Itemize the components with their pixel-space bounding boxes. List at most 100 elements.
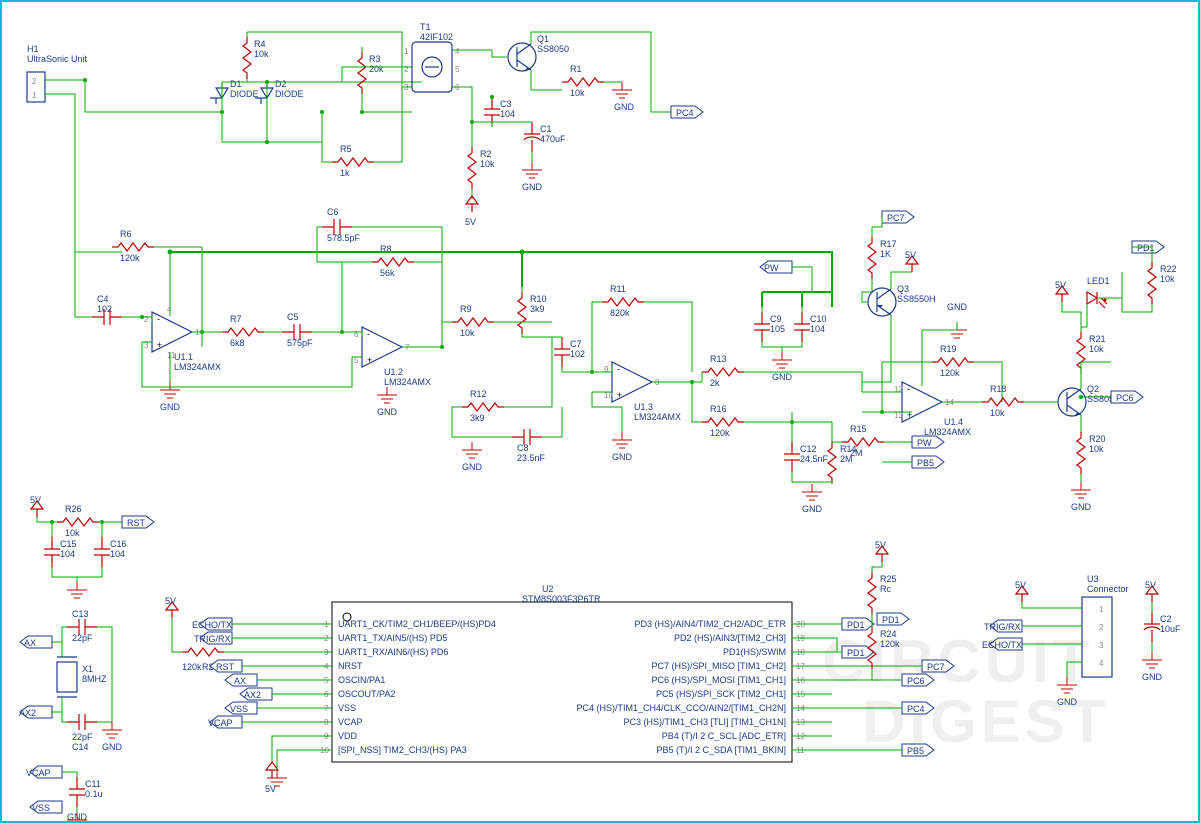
svg-text:NRST: NRST: [338, 661, 363, 671]
svg-text:GND: GND: [522, 182, 543, 192]
svg-text:0.1u: 0.1u: [85, 789, 103, 799]
svg-text:R12: R12: [470, 389, 487, 399]
svg-text:PW: PW: [764, 263, 779, 273]
svg-text:R5: R5: [340, 144, 352, 154]
svg-text:PC7: PC7: [927, 662, 945, 672]
svg-text:R19: R19: [940, 344, 957, 354]
svg-text:105: 105: [770, 324, 785, 334]
svg-text:10k: 10k: [65, 528, 80, 538]
svg-text:R3: R3: [369, 54, 381, 64]
svg-text:3k9: 3k9: [470, 413, 485, 423]
svg-text:10k: 10k: [460, 328, 475, 338]
svg-text:TRIG/RX: TRIG/RX: [984, 622, 1021, 632]
svg-text:575pF: 575pF: [287, 338, 313, 348]
svg-text:GND: GND: [377, 407, 398, 417]
svg-text:R26: R26: [65, 504, 82, 514]
svg-text:3k9: 3k9: [530, 304, 545, 314]
svg-text:5: 5: [455, 65, 460, 74]
svg-text:PB4 (T)/I 2 C_SCL [ADC_ETR]: PB4 (T)/I 2 C_SCL [ADC_ETR]: [662, 731, 786, 741]
svg-text:U1.2: U1.2: [384, 367, 403, 377]
svg-text:PC4 (HS)/TIM1_CH4/CLK_CCO/AIN2: PC4 (HS)/TIM1_CH4/CLK_CCO/AIN2/[TIM1_CH2…: [576, 703, 786, 713]
svg-text:C7: C7: [570, 339, 582, 349]
svg-text:8MHZ: 8MHZ: [82, 674, 107, 684]
svg-text:6: 6: [354, 330, 359, 339]
svg-text:PD1: PD1: [882, 615, 900, 625]
svg-text:23.5nF: 23.5nF: [517, 453, 546, 463]
svg-text:GND: GND: [462, 462, 483, 472]
svg-text:U1.4: U1.4: [944, 417, 963, 427]
svg-text:120k: 120k: [120, 253, 140, 263]
svg-text:10k: 10k: [254, 49, 269, 59]
svg-text:PB5 (T)/I 2 C_SDA [TIM1_BKIN]: PB5 (T)/I 2 C_SDA [TIM1_BKIN]: [656, 745, 786, 755]
svg-text:R6: R6: [120, 229, 132, 239]
svg-text:R11: R11: [610, 284, 626, 294]
svg-text:2: 2: [1099, 623, 1104, 632]
svg-text:20k: 20k: [369, 64, 384, 74]
svg-text:SS8050: SS8050: [537, 44, 569, 54]
svg-text:120k: 120k: [880, 639, 900, 649]
svg-text:PC3 (HS)/TIM1_CH3 [TLI] [TIM1_: PC3 (HS)/TIM1_CH3 [TLI] [TIM1_CH1N]: [623, 717, 786, 727]
svg-text:RST: RST: [216, 662, 235, 672]
svg-text:6k8: 6k8: [230, 338, 245, 348]
svg-text:R17: R17: [880, 239, 897, 249]
svg-text:GND: GND: [1142, 672, 1163, 682]
watermark-line1: CIRCUIT: [822, 628, 1093, 695]
svg-text:LM324AMX: LM324AMX: [174, 362, 221, 372]
svg-text:C3: C3: [500, 99, 512, 109]
svg-text:C14: C14: [72, 742, 89, 752]
svg-text:PD1: PD1: [847, 648, 865, 658]
svg-text:42IF102: 42IF102: [420, 32, 453, 42]
svg-text:U1.3: U1.3: [634, 402, 653, 412]
u2-val: STM8S003F3P6TR: [522, 594, 601, 604]
svg-text:PD1: PD1: [847, 620, 865, 630]
svg-text:C11: C11: [85, 779, 101, 789]
svg-text:X1: X1: [82, 664, 93, 674]
svg-text:Q1: Q1: [537, 34, 549, 44]
svg-text:R15: R15: [850, 424, 867, 434]
svg-text:VCAP: VCAP: [26, 768, 51, 778]
svg-text:C8: C8: [517, 443, 529, 453]
svg-text:120k: 120k: [182, 662, 202, 672]
h1-ref: H1: [27, 44, 39, 54]
svg-text:VCAP: VCAP: [208, 718, 233, 728]
svg-text:TRIG/RX: TRIG/RX: [194, 634, 231, 644]
svg-text:102: 102: [97, 304, 112, 314]
svg-text:3: 3: [1099, 641, 1104, 650]
svg-text:Q2: Q2: [1087, 384, 1099, 394]
svg-text:10k: 10k: [570, 88, 585, 98]
svg-text:PC4: PC4: [907, 704, 925, 714]
svg-text:UART1_RX/AIN6/(HS) PD6: UART1_RX/AIN6/(HS) PD6: [338, 647, 448, 657]
svg-text:R25: R25: [880, 574, 897, 584]
svg-text:R22: R22: [1160, 264, 1177, 274]
svg-text:R18: R18: [990, 384, 1007, 394]
svg-text:C15: C15: [60, 539, 77, 549]
u2-ref: U2: [542, 584, 554, 594]
svg-text:C16: C16: [110, 539, 127, 549]
svg-text:GND: GND: [1071, 502, 1092, 512]
svg-text:Q3: Q3: [897, 284, 909, 294]
svg-text:1: 1: [1099, 605, 1104, 614]
svg-text:D2: D2: [275, 79, 287, 89]
svg-text:12: 12: [894, 385, 903, 394]
svg-text:4: 4: [455, 47, 460, 56]
svg-text:5V: 5V: [875, 540, 886, 550]
svg-text:120k: 120k: [710, 428, 730, 438]
svg-text:ECHO/TX: ECHO/TX: [982, 640, 1022, 650]
svg-text:PC6 (HS)/SPI_MOSI [TIM1_CH1]: PC6 (HS)/SPI_MOSI [TIM1_CH1]: [651, 675, 786, 685]
svg-text:LM324AMX: LM324AMX: [924, 427, 971, 437]
svg-text:Connector: Connector: [1087, 584, 1129, 594]
svg-text:PB5: PB5: [917, 458, 934, 468]
svg-text:2k: 2k: [710, 378, 720, 388]
svg-text:GND: GND: [1057, 697, 1078, 707]
svg-text:578.5pF: 578.5pF: [327, 233, 361, 243]
svg-text:PD3 (HS)/AIN4/TIM2_CH2/ADC_ETR: PD3 (HS)/AIN4/TIM2_CH2/ADC_ETR: [634, 619, 786, 629]
svg-text:R24: R24: [880, 629, 897, 639]
svg-text:10k: 10k: [1160, 274, 1175, 284]
svg-text:11: 11: [167, 351, 176, 360]
svg-text:R1: R1: [570, 64, 582, 74]
svg-text:LM324AMX: LM324AMX: [634, 412, 681, 422]
svg-text:C9: C9: [770, 314, 782, 324]
svg-text:PW: PW: [917, 438, 932, 448]
svg-text:R9: R9: [460, 304, 472, 314]
svg-text:T1: T1: [420, 22, 431, 32]
